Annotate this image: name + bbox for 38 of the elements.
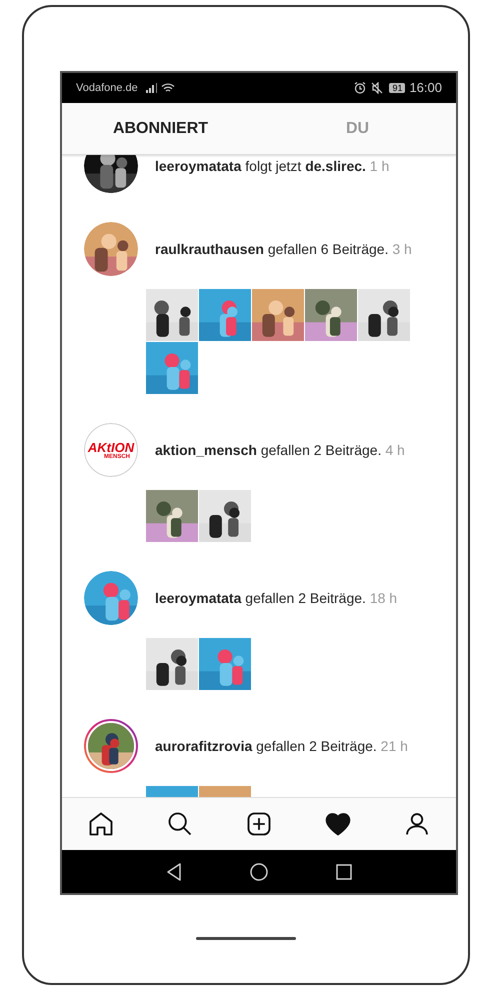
time-label: 21 h	[380, 738, 408, 754]
time-label: 3 h	[392, 240, 412, 256]
wifi-icon	[160, 83, 175, 93]
thumbnail[interactable]	[146, 638, 198, 690]
activity-text: aktion_mensch gefallen 2 Beiträge. 4 h	[155, 440, 405, 460]
thumbnail[interactable]	[146, 289, 198, 341]
logo-text: AKtION	[88, 440, 134, 454]
thumbnail[interactable]	[146, 342, 198, 394]
avatar[interactable]	[84, 155, 138, 193]
tab[interactable]: ABONNIERT	[62, 103, 259, 154]
thumbnail[interactable]	[252, 289, 304, 341]
avatar[interactable]	[84, 719, 138, 773]
heart-icon[interactable]	[324, 810, 352, 838]
clock: 16:00	[409, 79, 442, 98]
activity-text: raulkrauthausen gefallen 6 Beiträge. 3 h	[155, 240, 412, 259]
activity-text: leeroymatata gefallen 2 Beiträge. 18 h	[155, 588, 398, 608]
home-icon[interactable]	[87, 810, 116, 838]
signal-icon	[146, 83, 158, 93]
time-label: 18 h	[370, 590, 398, 606]
time-label: 1 h	[370, 158, 390, 174]
time-label: 4 h	[385, 442, 405, 458]
battery-indicator: 91	[389, 83, 406, 93]
home-button-icon[interactable]	[250, 862, 268, 880]
activity-text: leeroymatata folgt jetzt de.slirec. 1 h	[155, 156, 390, 176]
activity-text: aurorafitzrovia gefallen 2 Beiträge. 21 h	[155, 736, 408, 756]
back-icon[interactable]	[166, 862, 182, 880]
alarm-icon	[354, 82, 366, 94]
thumbnail[interactable]	[199, 490, 251, 542]
thumbnail[interactable]	[358, 289, 410, 341]
thumbnail[interactable]	[199, 289, 251, 341]
mute-icon	[371, 82, 384, 94]
thumbnail[interactable]	[199, 638, 251, 690]
carrier-label: Vodafone.de	[76, 80, 138, 96]
add-icon[interactable]	[244, 810, 273, 838]
recents-icon[interactable]	[336, 864, 352, 880]
thumbnail[interactable]	[305, 289, 357, 341]
thumbnail[interactable]	[146, 490, 198, 542]
tab[interactable]: DU	[259, 103, 456, 154]
